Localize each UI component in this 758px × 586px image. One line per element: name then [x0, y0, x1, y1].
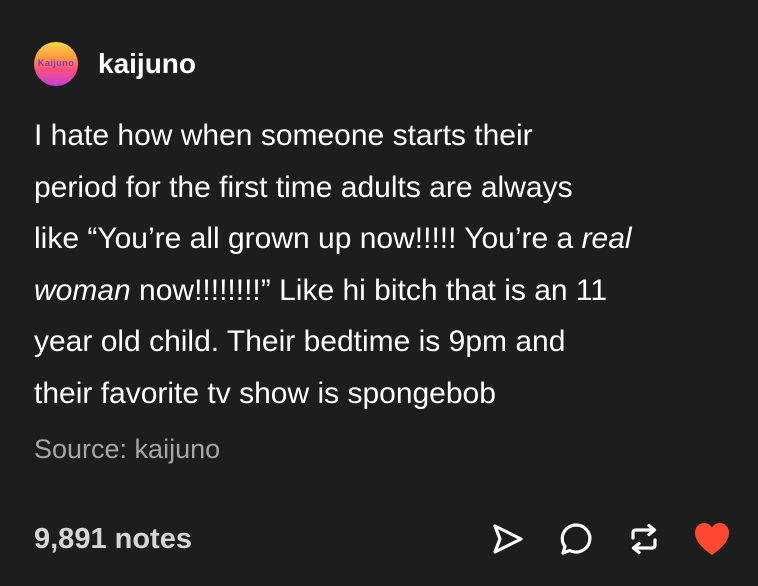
post-line: woman now!!!!!!!!” Like hi bitch that is… [34, 265, 724, 317]
post-line: I hate how when someone starts their [34, 119, 533, 152]
post-line: their favorite tv show is spongebob [34, 376, 496, 410]
notes-count[interactable]: 9,891 notes [34, 523, 192, 556]
like-button[interactable] [690, 517, 734, 561]
reply-icon [560, 523, 592, 555]
source-link[interactable]: Source: kaijuno [34, 434, 220, 465]
post-header: Kaijuno kaijuno [34, 42, 196, 86]
post-line-text: now!!!!!!!!” Like hi bitch that is an 11 [130, 273, 608, 307]
italic-woman: woman [34, 273, 131, 307]
post-line: year old child. Their bedtime is 9pm and [34, 325, 566, 358]
reblog-icon [631, 523, 657, 555]
avatar[interactable]: Kaijuno [34, 42, 78, 86]
italic-real: real [581, 222, 632, 255]
avatar-logo: Kaijuno [37, 58, 75, 68]
like-icon [695, 523, 729, 555]
post-line-text: like “You’re all grown up now!!!!! You’r… [34, 222, 582, 255]
reply-button[interactable] [554, 517, 598, 561]
post-footer: 9,891 notes [34, 512, 734, 566]
post-line: like “You’re all grown up now!!!!! You’r… [34, 213, 724, 265]
post-body: I hate how when someone starts their per… [34, 110, 724, 419]
reblog-button[interactable] [622, 517, 666, 561]
share-icon [493, 524, 523, 554]
post-actions [462, 517, 734, 561]
post-line: period for the first time adults are alw… [34, 170, 573, 204]
username[interactable]: kaijuno [98, 48, 196, 80]
share-button[interactable] [486, 517, 530, 561]
